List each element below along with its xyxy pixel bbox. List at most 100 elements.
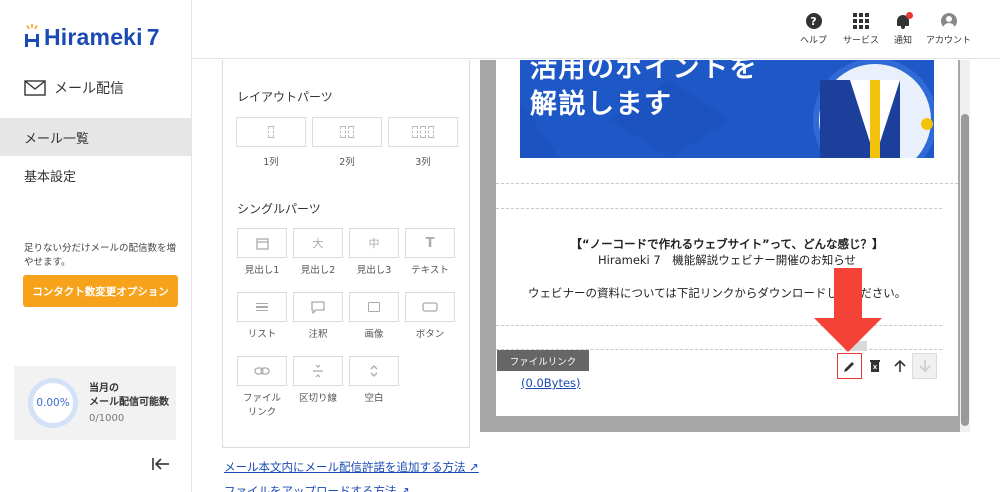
spacer-icon	[349, 356, 399, 386]
part-label: 区切り線	[298, 393, 337, 404]
notifications-button[interactable]: 通知	[894, 12, 913, 46]
move-up-button[interactable]	[887, 353, 912, 379]
red-arrow-icon	[814, 268, 882, 352]
heading-medium-icon: 中	[349, 228, 399, 258]
move-down-button[interactable]	[912, 353, 937, 379]
calendar-icon	[237, 228, 287, 258]
heading-large-icon: 大	[293, 228, 343, 258]
divider-icon	[293, 356, 343, 386]
layout-label: 2列	[339, 157, 355, 168]
logo[interactable]: Hirameki 7	[22, 23, 160, 51]
notifications-label: 通知	[894, 36, 913, 46]
trash-icon	[869, 360, 880, 372]
preview-scrollbar-thumb[interactable]	[961, 114, 969, 426]
layout-1col-icon	[236, 117, 306, 147]
part-list[interactable]: リスト	[236, 292, 288, 342]
part-label: 画像	[364, 329, 384, 340]
upsell-note: 足りない分だけメールの配信数を増やせます。	[24, 243, 177, 268]
layout-label: 1列	[263, 157, 279, 168]
layout-1col[interactable]: 1列	[236, 117, 306, 168]
part-divider[interactable]: 区切り線	[292, 356, 344, 406]
collapse-sidebar-icon[interactable]	[152, 456, 170, 476]
file-link-block-tag: ファイルリンク	[497, 350, 589, 371]
mail-heading: 【“ノーコードで作れるウェブサイト”って、どんな感じ？】	[570, 237, 884, 251]
services-button[interactable]: サービス	[843, 12, 879, 46]
image-icon	[349, 292, 399, 322]
logo-text: Hirameki	[44, 24, 143, 50]
quota-title-line1: 当月の	[89, 383, 119, 394]
bell-icon	[895, 12, 913, 29]
quota-title: 当月の メール配信可能数	[89, 382, 169, 410]
sidebar-item-label: メール一覧	[24, 131, 90, 147]
part-label: テキスト	[411, 265, 449, 276]
part-text[interactable]: T テキスト	[404, 228, 456, 278]
quota-title-line2: メール配信可能数	[89, 397, 169, 408]
quota-percent: 0.00%	[36, 397, 70, 409]
layout-3col[interactable]: 3列	[388, 117, 458, 168]
layout-2col[interactable]: 2列	[312, 117, 382, 168]
help-circle-icon: ?	[805, 13, 822, 29]
part-image[interactable]: 画像	[348, 292, 400, 342]
account-icon	[940, 13, 957, 29]
part-label: リスト	[247, 329, 277, 340]
sidebar-item-label: 基本設定	[24, 169, 77, 185]
block-divider	[496, 183, 958, 184]
block-divider	[496, 208, 942, 209]
mail-icon	[24, 80, 46, 96]
sidebar-item-basic-settings[interactable]: 基本設定	[0, 156, 191, 194]
link-icon	[237, 356, 287, 386]
part-label: 見出し2	[300, 265, 336, 276]
arrow-down-icon	[918, 360, 931, 373]
text-icon: T	[405, 228, 455, 258]
external-link-icon: ↗	[469, 460, 479, 474]
services-label: サービス	[843, 36, 880, 46]
contact-option-button[interactable]: コンタクト数変更オプション	[23, 275, 178, 307]
part-button[interactable]: ボタン	[404, 292, 456, 342]
layout-parts-title: レイアウトパーツ	[237, 90, 333, 104]
part-label: 注釈	[308, 329, 328, 340]
part-file-link[interactable]: ファイル リンク	[236, 356, 288, 420]
quota-card: 0.00% 当月の メール配信可能数 0/1000	[14, 366, 176, 440]
list-icon	[237, 292, 287, 322]
account-button[interactable]: アカウント	[926, 12, 971, 46]
part-heading3[interactable]: 中 見出し3	[348, 228, 400, 278]
app-root: Hirameki 7 メール配信 メール一覧 基本設定 足りない分だけメールの配…	[0, 0, 1000, 492]
arrow-up-icon	[893, 359, 906, 372]
edit-block-button[interactable]	[837, 353, 862, 379]
part-heading1[interactable]: 見出し1	[236, 228, 288, 278]
part-annotation[interactable]: 注釈	[292, 292, 344, 342]
file-link-size[interactable]: (0.0Bytes)	[521, 376, 581, 390]
comment-icon	[293, 292, 343, 322]
part-label: 空白	[364, 393, 384, 404]
logo-mark-icon	[22, 23, 42, 49]
button-icon	[405, 292, 455, 322]
top-bar: ? ヘルプ サービス 通知 アカウント	[192, 0, 1000, 59]
preview-banner-image: 活用のポイントを 解説します	[520, 60, 934, 158]
quota-progress-ring: 0.00%	[28, 378, 78, 428]
add-permission-link[interactable]: メール本文内にメール配信許諾を追加する方法 ↗	[224, 459, 479, 475]
layout-2col-icon	[312, 117, 382, 147]
sidebar: Hirameki 7 メール配信 メール一覧 基本設定 足りない分だけメールの配…	[0, 0, 192, 492]
external-link-icon: ↗	[400, 484, 410, 492]
logo-version: 7	[146, 24, 160, 50]
upload-file-link[interactable]: ファイルをアップロードする方法 ↗	[224, 483, 410, 492]
help-label: ヘルプ	[800, 36, 828, 46]
add-permission-link-text: メール本文内にメール配信許諾を追加する方法	[224, 460, 466, 474]
help-button[interactable]: ? ヘルプ	[800, 12, 827, 46]
single-parts-title: シングルパーツ	[237, 202, 321, 216]
quota-count: 0/1000	[89, 413, 125, 424]
account-label: アカウント	[926, 36, 972, 46]
sidebar-mail-section[interactable]: メール配信	[24, 78, 124, 98]
part-spacer[interactable]: 空白	[348, 356, 400, 406]
pencil-icon	[844, 361, 854, 372]
layout-label: 3列	[415, 157, 431, 168]
apps-grid-icon	[853, 13, 869, 29]
part-label: ファイル リンク	[242, 393, 281, 418]
part-heading2[interactable]: 大 見出し2	[292, 228, 344, 278]
part-label: 見出し3	[356, 265, 392, 276]
upload-file-link-text: ファイルをアップロードする方法	[224, 484, 397, 492]
sidebar-item-mail-list[interactable]: メール一覧	[0, 118, 191, 156]
part-label: 見出し1	[244, 265, 280, 276]
part-label: ボタン	[415, 329, 445, 340]
delete-block-button[interactable]	[862, 353, 887, 379]
